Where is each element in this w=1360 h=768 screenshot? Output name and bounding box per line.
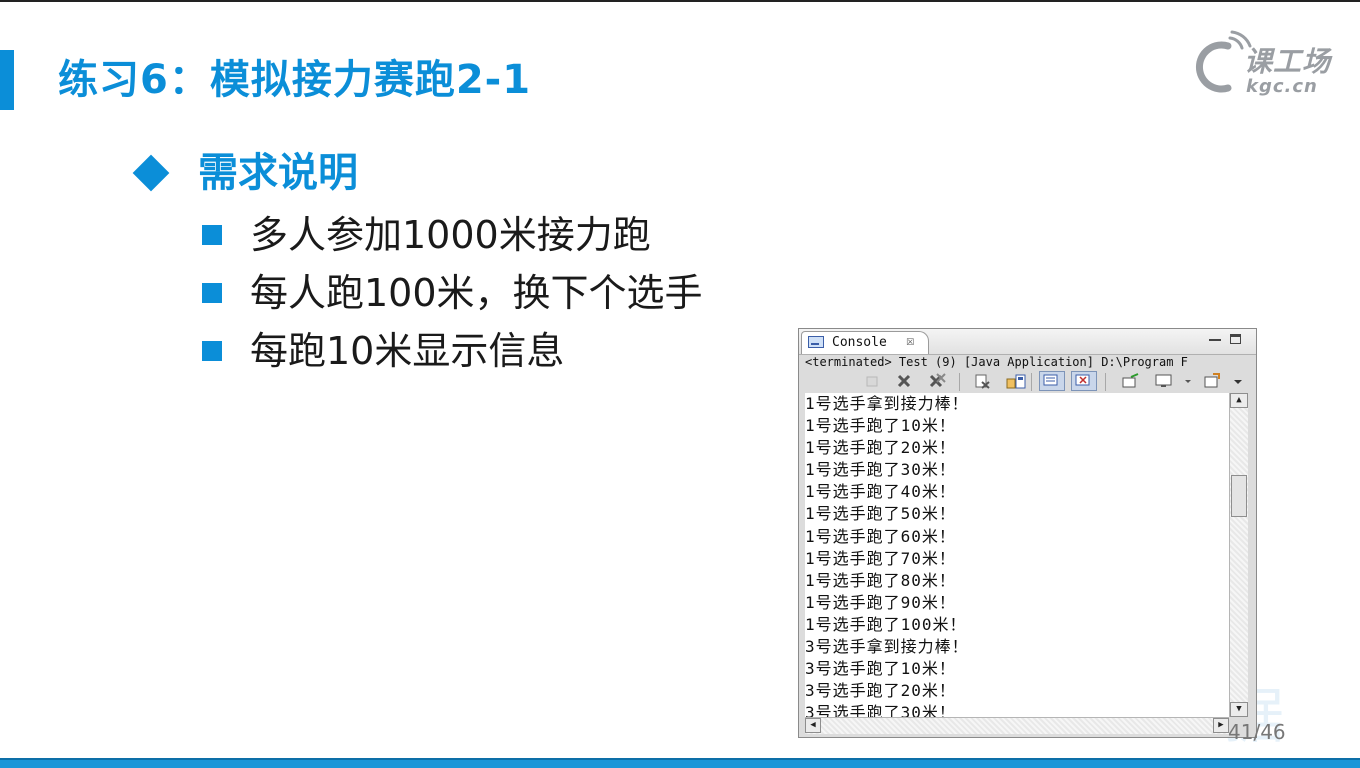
console-toolbar: [799, 371, 1256, 393]
console-icon: [808, 336, 824, 348]
toolbar-separator: [959, 373, 960, 391]
console-line: 1号选手跑了30米！: [805, 460, 956, 480]
list-item-text: 每人跑100米，换下个选手: [250, 271, 703, 315]
diamond-bullet-icon: [132, 154, 170, 192]
title-accent-bar: [0, 50, 14, 110]
show-stderr-icon[interactable]: [1071, 371, 1097, 391]
pin-console-icon[interactable]: [1121, 373, 1139, 389]
console-line: 1号选手拿到接力棒！: [805, 394, 969, 413]
console-line: 3号选手跑了10米！: [805, 659, 956, 679]
display-console-icon[interactable]: [1155, 373, 1173, 389]
console-line: 1号选手跑了70米！: [805, 548, 956, 568]
scroll-thumb[interactable]: [1231, 475, 1247, 517]
console-tab-bar: Console ☒: [799, 329, 1256, 355]
terminate-icon[interactable]: [863, 373, 881, 389]
clear-console-icon[interactable]: [973, 373, 991, 389]
tab-console[interactable]: Console ☒: [801, 331, 929, 354]
logo-text: 课工场: [1244, 45, 1332, 78]
view-menu-icon[interactable]: [1233, 373, 1243, 389]
console-line: 3号选手拿到接力棒！: [805, 637, 969, 657]
console-line: 1号选手跑了20米！: [805, 438, 956, 458]
console-line: 1号选手跑了40米！: [805, 482, 956, 502]
logo-url: kgc.cn: [1246, 76, 1318, 97]
slide-title: 练习6：模拟接力赛跑2-1: [58, 57, 532, 103]
console-line: 1号选手跑了60米！: [805, 526, 956, 546]
show-stdout-icon[interactable]: [1039, 371, 1065, 391]
open-console-icon[interactable]: [1203, 373, 1221, 389]
vertical-scrollbar[interactable]: ▲ ▼: [1229, 393, 1248, 717]
kgc-logo: 课工场 kgc.cn: [1186, 30, 1346, 100]
console-line: 1号选手跑了100米！: [805, 614, 967, 634]
list-item-text: 多人参加1000米接力跑: [250, 213, 651, 257]
console-window: Console ☒ <terminated> Test (9) [Java Ap…: [798, 328, 1257, 738]
scroll-up-icon[interactable]: ▲: [1230, 393, 1248, 408]
minimize-button[interactable]: [1209, 339, 1221, 341]
remove-launch-icon[interactable]: [895, 373, 913, 389]
horizontal-scrollbar[interactable]: ◀ ▶: [805, 717, 1229, 734]
square-bullet-icon: [202, 225, 222, 245]
console-output[interactable]: 1号选手拿到接力棒！ 1号选手跑了10米！ 1号选手跑了20米！ 1号选手跑了30米！…: [805, 393, 1229, 717]
tab-console-label: Console: [832, 335, 887, 350]
remove-all-icon[interactable]: [927, 373, 946, 389]
top-border: [0, 0, 1360, 2]
close-tab-icon[interactable]: ☒: [906, 333, 914, 349]
scroll-down-icon[interactable]: ▼: [1230, 702, 1248, 717]
console-line: 1号选手跑了10米！: [805, 416, 956, 436]
console-status: <terminated> Test (9) [Java Application]…: [805, 355, 1188, 369]
bottom-bar: [0, 760, 1360, 768]
section-heading-label: 需求说明: [198, 150, 358, 196]
console-line: 1号选手跑了80米！: [805, 570, 956, 590]
console-line: 1号选手跑了90米！: [805, 592, 956, 612]
chevron-down-icon[interactable]: [1183, 373, 1193, 389]
square-bullet-icon: [202, 341, 222, 361]
scroll-lock-icon[interactable]: [1005, 373, 1026, 389]
console-line: 3号选手跑了20米！: [805, 681, 956, 701]
toolbar-separator: [1105, 373, 1106, 391]
toolbar-separator: [1031, 373, 1032, 391]
console-line: 1号选手跑了50米！: [805, 504, 956, 524]
console-line: 3号选手跑了30米！: [805, 703, 956, 717]
maximize-button[interactable]: [1230, 334, 1241, 344]
scroll-left-icon[interactable]: ◀: [805, 718, 821, 733]
page-number: 41/46: [1228, 720, 1286, 744]
list-item-text: 每跑10米显示信息: [250, 329, 565, 373]
square-bullet-icon: [202, 283, 222, 303]
scroll-right-icon[interactable]: ▶: [1213, 718, 1229, 733]
